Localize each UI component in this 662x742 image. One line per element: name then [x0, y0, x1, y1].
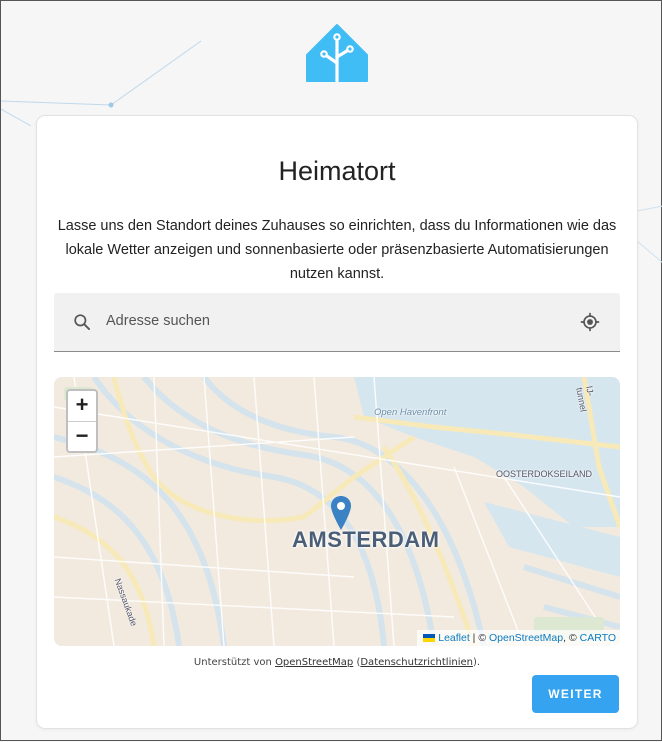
- home-assistant-logo-icon: [306, 24, 368, 83]
- map-footnote: Unterstützt von OpenStreetMap (Datenschu…: [37, 657, 637, 668]
- privacy-policy-link[interactable]: Datenschutzrichtlinien: [360, 657, 473, 668]
- ukraine-flag-icon: [423, 634, 436, 642]
- location-map[interactable]: + − Open Havenfront OOSTERDOKSEILAND Nas…: [54, 377, 620, 646]
- page-title: Heimatort: [278, 156, 396, 186]
- footnote-suffix: ).: [472, 657, 481, 668]
- zoom-in-button[interactable]: +: [68, 391, 96, 421]
- address-search-field[interactable]: Adresse suchen: [54, 293, 620, 352]
- map-label-tunnel: IJ-tunnel: [574, 385, 596, 413]
- zoom-controls: + −: [66, 389, 98, 453]
- my-location-icon[interactable]: [579, 311, 601, 333]
- osm-attribution-link[interactable]: OpenStreetMap: [489, 632, 563, 644]
- zoom-out-button[interactable]: −: [68, 421, 96, 452]
- leaflet-link[interactable]: Leaflet: [438, 632, 470, 644]
- map-label-district: OOSTERDOKSEILAND: [496, 469, 593, 479]
- intro-text: Lasse uns den Standort deines Zuhauses s…: [57, 218, 617, 282]
- map-attribution: Leaflet | © OpenStreetMap, © CARTO: [417, 630, 620, 646]
- search-input[interactable]: Adresse suchen: [106, 313, 210, 329]
- next-button[interactable]: WEITER: [532, 675, 619, 713]
- map-city-label: AMSTERDAM: [292, 527, 440, 552]
- carto-link[interactable]: CARTO: [580, 632, 616, 644]
- attribution-separator-1: | ©: [469, 632, 489, 644]
- onboarding-card: Heimatort Lasse uns den Standort deines …: [37, 116, 637, 728]
- location-marker-icon[interactable]: [330, 495, 352, 531]
- footnote-prefix: Unterstützt von: [193, 657, 276, 668]
- openstreetmap-link[interactable]: OpenStreetMap: [275, 657, 353, 668]
- search-icon: [74, 314, 91, 330]
- map-label-water: Open Havenfront: [374, 407, 447, 418]
- attribution-separator-2: , ©: [563, 632, 580, 644]
